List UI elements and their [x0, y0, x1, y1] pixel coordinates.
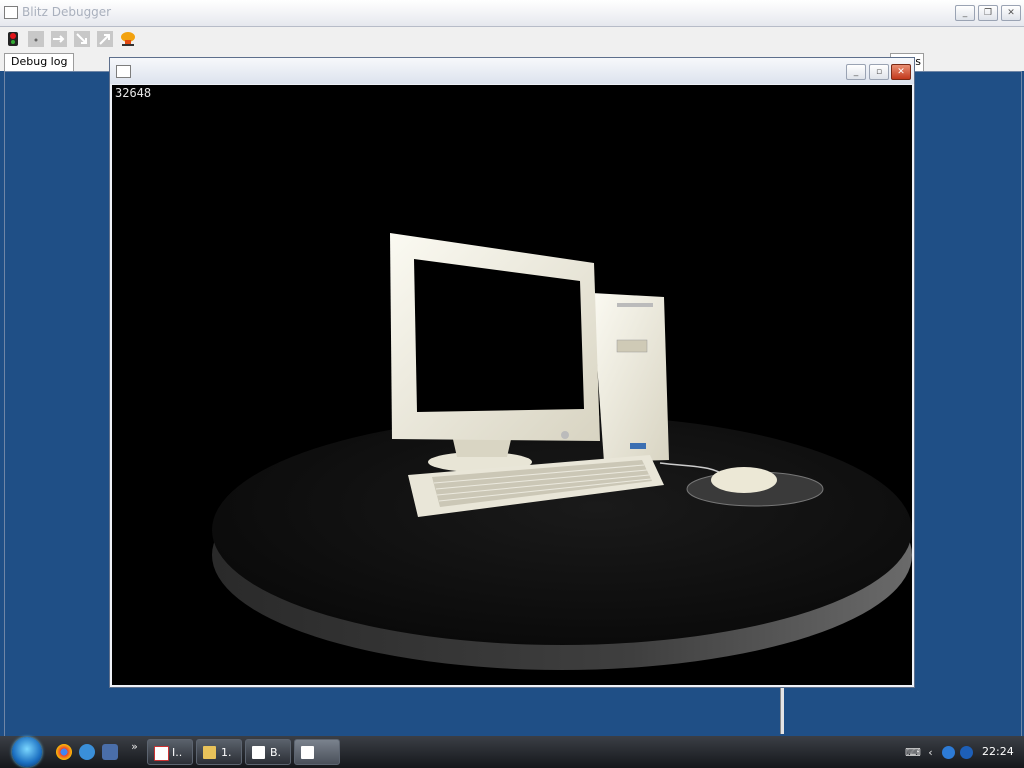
taskbar: » I.. 1. B. ⌨ ‹ 22:24 [0, 736, 1024, 768]
window-title: Blitz Debugger [22, 5, 112, 19]
folder-icon [203, 746, 216, 759]
taskbar-item-1[interactable]: I.. [147, 739, 193, 765]
tab-debug-log[interactable]: Debug log [4, 53, 75, 71]
panel-splitter[interactable] [780, 688, 784, 734]
keyboard-icon[interactable]: ⌨ [905, 746, 921, 759]
taskbar-item-2[interactable]: 1. [196, 739, 242, 765]
minimize-button[interactable]: _ [846, 64, 866, 80]
window-icon [301, 746, 314, 759]
rendered-scene [212, 233, 912, 670]
volume-icon[interactable] [960, 746, 973, 759]
window-icon[interactable] [4, 6, 18, 19]
monitor-screen [414, 259, 584, 412]
stop-icon[interactable] [5, 31, 21, 47]
window-icon [252, 746, 265, 759]
internet-explorer-icon[interactable] [79, 744, 95, 760]
restore-button[interactable]: ❐ [978, 5, 998, 21]
window-icon[interactable] [116, 65, 131, 78]
minimize-button[interactable]: _ [955, 5, 975, 21]
step-over-icon[interactable] [51, 31, 67, 47]
taskbar-item-3[interactable]: B. [245, 739, 291, 765]
debugger-title-bar[interactable]: Blitz Debugger _ ❐ ✕ [0, 0, 1024, 27]
close-button[interactable]: ✕ [1001, 5, 1021, 21]
maximize-button[interactable]: ▫ [869, 64, 889, 80]
start-button[interactable] [12, 737, 42, 767]
chrome-icon[interactable] [56, 744, 72, 760]
network-icon[interactable] [942, 746, 955, 759]
table-top [212, 415, 912, 645]
end-icon[interactable] [120, 31, 136, 47]
document-icon [154, 746, 169, 761]
show-hidden-icons-icon[interactable]: ‹ [924, 746, 937, 759]
taskbar-item-4-active[interactable] [294, 739, 340, 765]
chevron-right-icon[interactable]: » [128, 740, 141, 753]
render-canvas[interactable]: 32648 [112, 85, 912, 685]
graphics-title-bar[interactable]: _ ▫ ✕ [110, 58, 914, 84]
show-desktop-icon[interactable] [102, 744, 118, 760]
counter-readout: 32648 [115, 86, 152, 100]
debugger-toolbar [0, 27, 1024, 53]
graphics-window: _ ▫ ✕ 32648 [109, 57, 915, 688]
computer-tower [592, 293, 669, 462]
close-button[interactable]: ✕ [891, 64, 911, 80]
step-icon[interactable] [28, 31, 44, 47]
mouse [711, 467, 777, 493]
step-out-icon[interactable] [97, 31, 113, 47]
step-into-icon[interactable] [74, 31, 90, 47]
clock[interactable]: 22:24 [982, 745, 1014, 758]
